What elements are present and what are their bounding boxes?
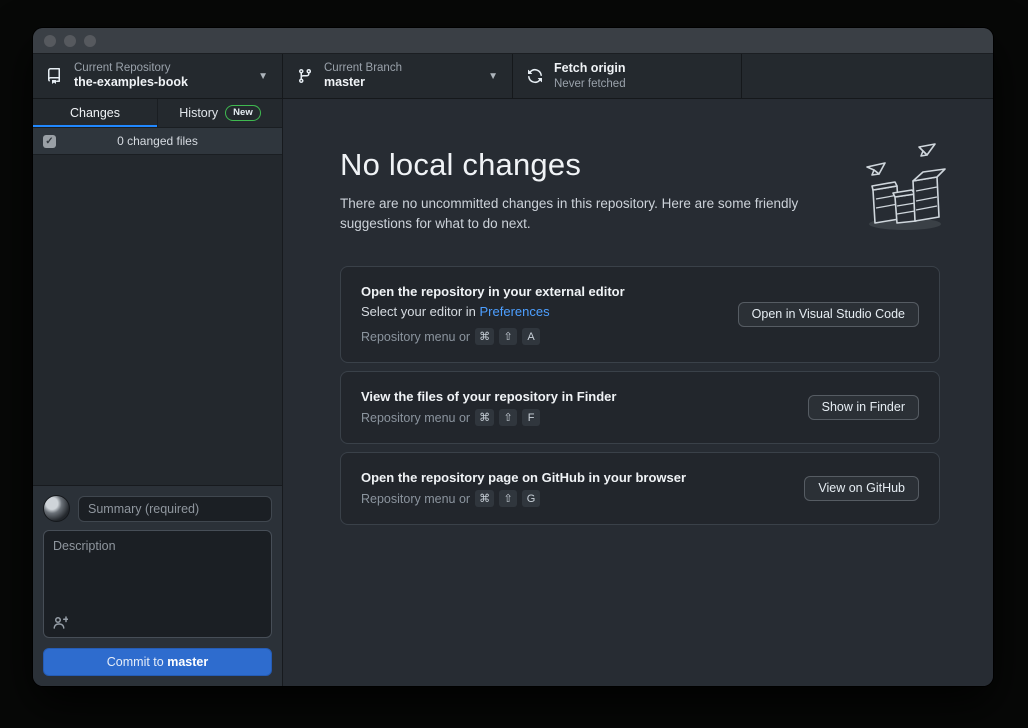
chevron-down-icon: ▼ — [258, 71, 268, 82]
new-badge: New — [225, 105, 261, 121]
window-zoom-button[interactable] — [84, 35, 96, 47]
tab-history[interactable]: History New — [157, 99, 282, 127]
preferences-link[interactable]: Preferences — [480, 304, 550, 319]
letter-key: A — [522, 328, 540, 345]
window-close-button[interactable] — [44, 35, 56, 47]
changed-files-count: 0 changed files — [33, 134, 282, 148]
shortcut-text: Repository menu or — [361, 411, 470, 425]
branch-name: master — [324, 75, 477, 91]
shift-key-icon: ⇧ — [499, 490, 517, 507]
letter-key: F — [522, 409, 540, 426]
app-window: Current Repository the-examples-book ▼ C… — [33, 28, 993, 686]
changed-files-header: ✓ 0 changed files — [33, 128, 282, 155]
page-subtitle: There are no uncommitted changes in this… — [340, 194, 848, 233]
changed-files-list[interactable] — [33, 155, 282, 485]
command-key-icon: ⌘ — [475, 490, 494, 507]
shift-key-icon: ⇧ — [499, 328, 517, 345]
card-title: View the files of your repository in Fin… — [361, 389, 616, 404]
suggestion-card-github: Open the repository page on GitHub in yo… — [340, 452, 940, 525]
card-subtitle-text: Select your editor in — [361, 304, 480, 319]
shortcut-hint: Repository menu or ⌘ ⇧ F — [361, 409, 616, 426]
letter-key: G — [522, 490, 540, 507]
select-all-checkbox[interactable]: ✓ — [43, 135, 56, 148]
repo-icon — [47, 68, 63, 84]
command-key-icon: ⌘ — [475, 328, 494, 345]
add-coauthor-icon[interactable] — [52, 614, 68, 630]
open-in-editor-button[interactable]: Open in Visual Studio Code — [738, 302, 919, 327]
card-subtitle: Select your editor in Preferences — [361, 304, 625, 319]
window-minimize-button[interactable] — [64, 35, 76, 47]
page-title: No local changes — [340, 147, 941, 183]
shift-key-icon: ⇧ — [499, 409, 517, 426]
branch-icon — [297, 68, 313, 84]
fetch-label: Fetch origin — [554, 61, 727, 77]
tab-changes[interactable]: Changes — [33, 99, 157, 127]
card-title: Open the repository in your external edi… — [361, 284, 625, 299]
commit-description-textarea[interactable] — [44, 531, 271, 637]
fetch-status: Never fetched — [554, 77, 727, 91]
suggestion-card-editor: Open the repository in your external edi… — [340, 266, 940, 363]
chevron-down-icon: ▼ — [488, 71, 498, 82]
show-in-finder-button[interactable]: Show in Finder — [808, 395, 919, 420]
fetch-origin-button[interactable]: Fetch origin Never fetched — [513, 54, 742, 98]
suggestion-card-finder: View the files of your repository in Fin… — [340, 371, 940, 444]
shortcut-text: Repository menu or — [361, 492, 470, 506]
commit-panel: Commit to master — [33, 485, 282, 686]
window-titlebar[interactable] — [33, 28, 993, 54]
sync-icon — [527, 68, 543, 84]
sidebar: Changes History New ✓ 0 changed files — [33, 99, 283, 686]
current-branch-dropdown[interactable]: Current Branch master ▼ — [283, 54, 513, 98]
shortcut-hint: Repository menu or ⌘ ⇧ G — [361, 490, 686, 507]
commit-button[interactable]: Commit to master — [43, 648, 272, 676]
card-title: Open the repository page on GitHub in yo… — [361, 470, 686, 485]
shortcut-text: Repository menu or — [361, 330, 470, 344]
main-panel: No local changes There are no uncommitte… — [283, 99, 993, 686]
user-avatar — [43, 495, 70, 522]
command-key-icon: ⌘ — [475, 409, 494, 426]
branch-label: Current Branch — [324, 61, 477, 75]
view-on-github-button[interactable]: View on GitHub — [804, 476, 919, 501]
tab-changes-label: Changes — [70, 106, 120, 120]
repository-name: the-examples-book — [74, 75, 247, 91]
suggestion-cards: Open the repository in your external edi… — [340, 266, 940, 525]
repository-label: Current Repository — [74, 61, 247, 75]
commit-summary-input[interactable] — [78, 496, 272, 522]
current-repository-dropdown[interactable]: Current Repository the-examples-book ▼ — [33, 54, 283, 98]
paper-stack-illustration — [857, 141, 949, 238]
toolbar: Current Repository the-examples-book ▼ C… — [33, 54, 993, 99]
sidebar-tabs: Changes History New — [33, 99, 282, 128]
commit-button-prefix: Commit to — [107, 655, 167, 669]
toolbar-spacer — [742, 54, 993, 98]
tab-history-label: History — [179, 106, 218, 120]
shortcut-hint: Repository menu or ⌘ ⇧ A — [361, 328, 625, 345]
commit-button-branch: master — [167, 655, 208, 669]
